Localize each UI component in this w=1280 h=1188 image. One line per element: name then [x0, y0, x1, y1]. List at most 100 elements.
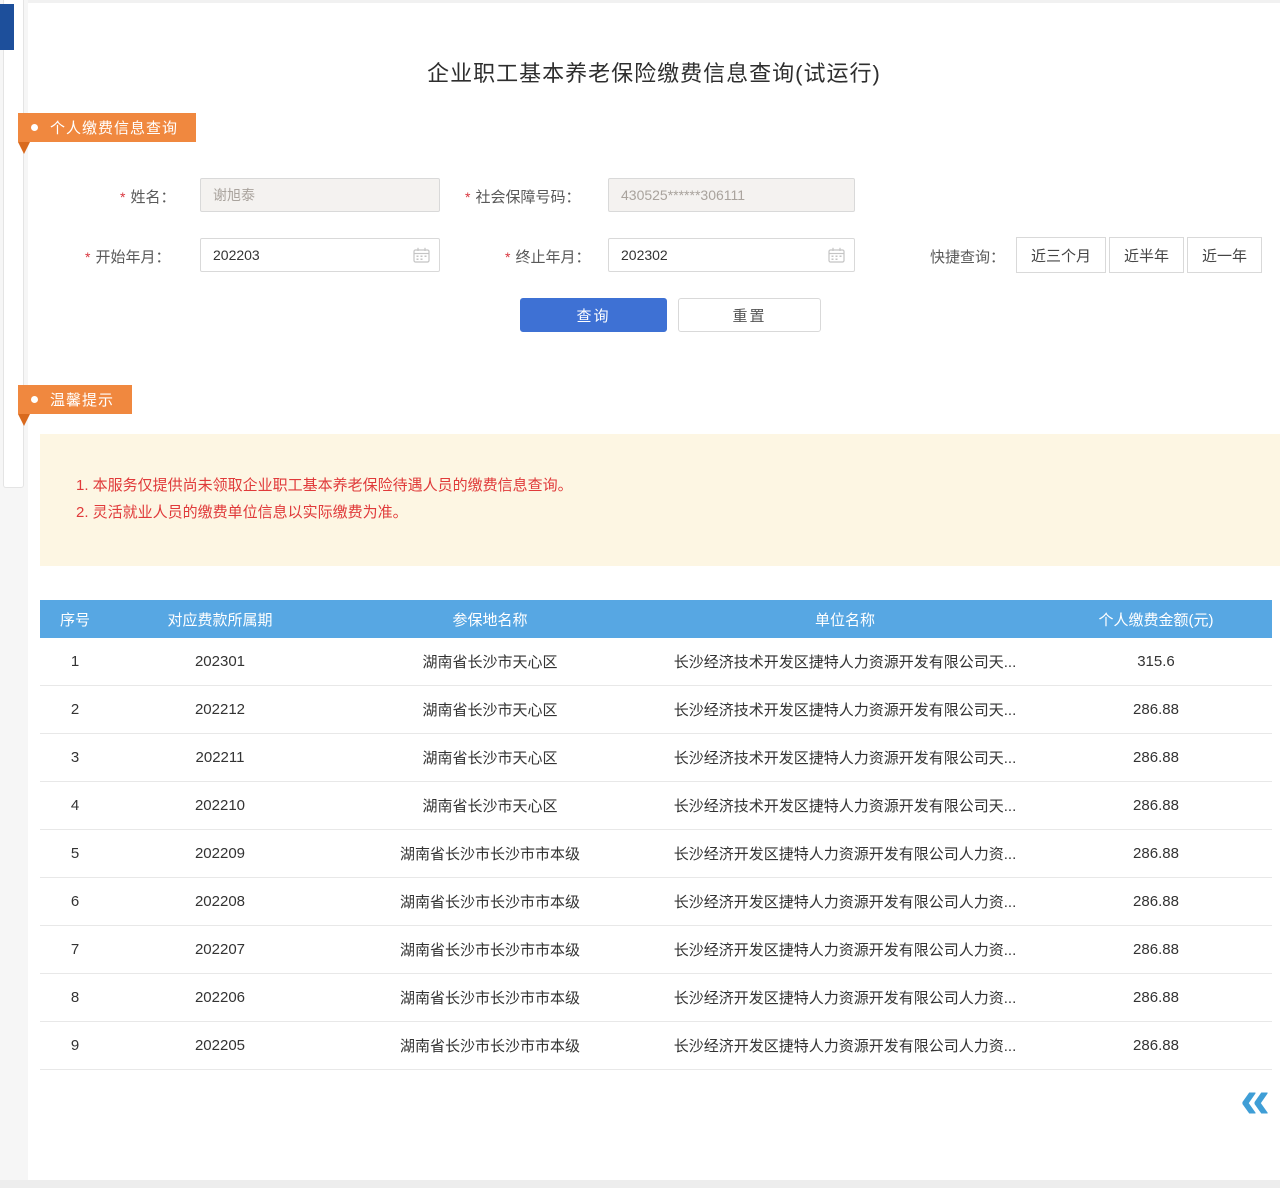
table-cell: 5: [40, 845, 110, 862]
column-header: 序号: [40, 609, 110, 630]
table-cell: 286.88: [1040, 749, 1272, 766]
ssn-field[interactable]: 430525******306111: [608, 178, 855, 212]
table-cell: 286.88: [1040, 893, 1272, 910]
ssn-value: 430525******306111: [621, 187, 745, 203]
table-cell: 286.88: [1040, 701, 1272, 718]
tip-line: 2. 灵活就业人员的缴费单位信息以实际缴费为准。: [76, 499, 1260, 526]
table-cell: 9: [40, 1037, 110, 1054]
table-cell: 4: [40, 797, 110, 814]
quick-query-label: 快捷查询：: [930, 246, 1005, 267]
section-header-personal-query: 个人缴费信息查询: [18, 113, 196, 142]
column-header: 单位名称: [650, 609, 1040, 630]
table-row: 4202210湖南省长沙市天心区长沙经济技术开发区捷特人力资源开发有限公司天..…: [40, 782, 1272, 830]
table-cell: 202301: [110, 653, 330, 670]
table-cell: 202210: [110, 797, 330, 814]
table-row: 3202211湖南省长沙市天心区长沙经济技术开发区捷特人力资源开发有限公司天..…: [40, 734, 1272, 782]
table-cell: 202207: [110, 941, 330, 958]
payment-records-table: 序号对应费款所属期参保地名称单位名称个人缴费金额(元) 1202301湖南省长沙…: [40, 600, 1272, 1070]
table-cell: 湖南省长沙市长沙市市本级: [330, 987, 650, 1008]
main-content: 企业职工基本养老保险缴费信息查询(试运行) 个人缴费信息查询 *姓名： 谢旭泰 …: [28, 0, 1280, 1180]
table-cell: 湖南省长沙市天心区: [330, 747, 650, 768]
table-row: 2202212湖南省长沙市天心区长沙经济技术开发区捷特人力资源开发有限公司天..…: [40, 686, 1272, 734]
table-cell: 湖南省长沙市长沙市市本级: [330, 1035, 650, 1056]
table-cell: 1: [40, 653, 110, 670]
end-month-value: 202302: [621, 247, 668, 263]
table-cell: 286.88: [1040, 989, 1272, 1006]
table-body: 1202301湖南省长沙市天心区长沙经济技术开发区捷特人力资源开发有限公司天..…: [40, 638, 1272, 1070]
tip-line: 1. 本服务仅提供尚未领取企业职工基本养老保险待遇人员的缴费信息查询。: [76, 472, 1260, 499]
section-label: 个人缴费信息查询: [50, 117, 178, 138]
table-cell: 286.88: [1040, 797, 1272, 814]
reset-button[interactable]: 重置: [678, 298, 821, 332]
tips-lines: 1. 本服务仅提供尚未领取企业职工基本养老保险待遇人员的缴费信息查询。2. 灵活…: [76, 472, 1260, 526]
table-cell: 286.88: [1040, 845, 1272, 862]
table-cell: 315.6: [1040, 653, 1272, 670]
quick-query-button-1[interactable]: 近半年: [1109, 237, 1184, 273]
table-row: 9202205湖南省长沙市长沙市市本级长沙经济开发区捷特人力资源开发有限公司人力…: [40, 1022, 1272, 1070]
column-header: 对应费款所属期: [110, 609, 330, 630]
bullet-dot-icon: [31, 124, 38, 131]
start-month-field[interactable]: 202203: [200, 238, 440, 272]
table-cell: 7: [40, 941, 110, 958]
tips-box: 1. 本服务仅提供尚未领取企业职工基本养老保险待遇人员的缴费信息查询。2. 灵活…: [40, 434, 1280, 566]
table-cell: 202212: [110, 701, 330, 718]
table-cell: 202206: [110, 989, 330, 1006]
table-cell: 长沙经济开发区捷特人力资源开发有限公司人力资...: [650, 987, 1040, 1008]
required-mark: *: [85, 249, 90, 265]
required-mark: *: [465, 189, 470, 205]
end-month-field[interactable]: 202302: [608, 238, 855, 272]
table-cell: 长沙经济开发区捷特人力资源开发有限公司人力资...: [650, 891, 1040, 912]
table-cell: 长沙经济开发区捷特人力资源开发有限公司人力资...: [650, 939, 1040, 960]
quick-query-button-2[interactable]: 近一年: [1187, 237, 1262, 273]
table-cell: 202205: [110, 1037, 330, 1054]
start-month-value: 202203: [213, 247, 260, 263]
table-cell: 286.88: [1040, 941, 1272, 958]
table-cell: 286.88: [1040, 1037, 1272, 1054]
table-cell: 8: [40, 989, 110, 1006]
table-row: 6202208湖南省长沙市长沙市市本级长沙经济开发区捷特人力资源开发有限公司人力…: [40, 878, 1272, 926]
table-header-row: 序号对应费款所属期参保地名称单位名称个人缴费金额(元): [40, 600, 1272, 638]
table-cell: 湖南省长沙市天心区: [330, 699, 650, 720]
table-cell: 长沙经济技术开发区捷特人力资源开发有限公司天...: [650, 699, 1040, 720]
top-divider: [28, 0, 1280, 3]
table-cell: 长沙经济技术开发区捷特人力资源开发有限公司天...: [650, 747, 1040, 768]
name-field[interactable]: 谢旭泰: [200, 178, 440, 212]
table-cell: 2: [40, 701, 110, 718]
column-header: 个人缴费金额(元): [1040, 609, 1272, 630]
ssn-label: *社会保障号码：: [465, 186, 580, 207]
pension-query-page: 企业职工基本养老保险缴费信息查询(试运行) 个人缴费信息查询 *姓名： 谢旭泰 …: [0, 0, 1280, 1188]
column-header: 参保地名称: [330, 609, 650, 630]
table-cell: 湖南省长沙市长沙市市本级: [330, 843, 650, 864]
table-cell: 202209: [110, 845, 330, 862]
table-cell: 湖南省长沙市天心区: [330, 795, 650, 816]
name-label: *姓名：: [120, 186, 175, 207]
table-row: 8202206湖南省长沙市长沙市市本级长沙经济开发区捷特人力资源开发有限公司人力…: [40, 974, 1272, 1022]
table-cell: 湖南省长沙市长沙市市本级: [330, 891, 650, 912]
table-cell: 长沙经济技术开发区捷特人力资源开发有限公司天...: [650, 651, 1040, 672]
table-cell: 长沙经济技术开发区捷特人力资源开发有限公司天...: [650, 795, 1040, 816]
table-cell: 202208: [110, 893, 330, 910]
table-cell: 湖南省长沙市长沙市市本级: [330, 939, 650, 960]
end-month-label: *终止年月：: [505, 246, 590, 267]
table-cell: 湖南省长沙市天心区: [330, 651, 650, 672]
name-value: 谢旭泰: [213, 185, 255, 205]
section-header-tips: 温馨提示: [18, 385, 132, 414]
sidebar-tab[interactable]: [0, 4, 14, 50]
calendar-icon[interactable]: [828, 247, 845, 263]
table-row: 5202209湖南省长沙市长沙市市本级长沙经济开发区捷特人力资源开发有限公司人力…: [40, 830, 1272, 878]
table-row: 1202301湖南省长沙市天心区长沙经济技术开发区捷特人力资源开发有限公司天..…: [40, 638, 1272, 686]
required-mark: *: [120, 189, 125, 205]
quick-query-button-0[interactable]: 近三个月: [1016, 237, 1106, 273]
table-cell: 长沙经济开发区捷特人力资源开发有限公司人力资...: [650, 1035, 1040, 1056]
start-month-label: *开始年月：: [85, 246, 170, 267]
page-title: 企业职工基本养老保险缴费信息查询(试运行): [28, 56, 1280, 88]
table-cell: 3: [40, 749, 110, 766]
table-cell: 长沙经济开发区捷特人力资源开发有限公司人力资...: [650, 843, 1040, 864]
table-cell: 6: [40, 893, 110, 910]
collapse-chevron-icon[interactable]: «: [1240, 1072, 1270, 1126]
bottom-divider: [0, 1180, 1280, 1188]
table-cell: 202211: [110, 749, 330, 766]
query-button[interactable]: 查询: [520, 298, 667, 332]
section-label: 温馨提示: [50, 389, 114, 410]
calendar-icon[interactable]: [413, 247, 430, 263]
